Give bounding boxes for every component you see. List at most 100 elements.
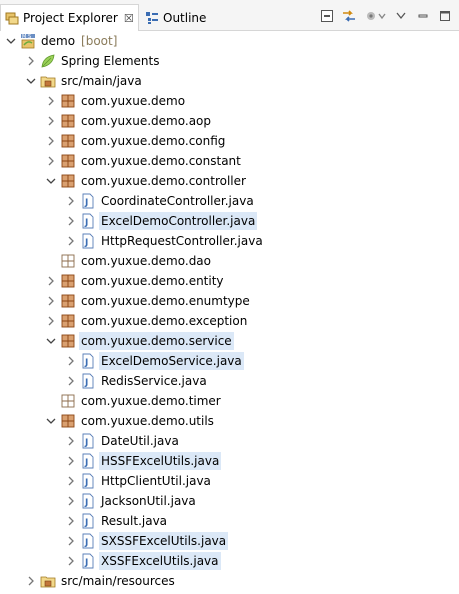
java-file-icon: J	[80, 373, 96, 389]
tree-row[interactable]: J XSSFExcelUtils.java	[0, 551, 459, 571]
tree-row[interactable]: com.yuxue.demo.config	[0, 131, 459, 151]
chevron-down-icon[interactable]	[24, 71, 38, 91]
source-folder-icon	[40, 73, 56, 89]
chevron-right-icon[interactable]	[44, 271, 58, 291]
tree-item-label: HSSFExcelUtils.java	[99, 452, 222, 470]
tree-item-label: src/main/java	[61, 74, 142, 88]
view-menu-icon[interactable]	[393, 8, 409, 24]
close-icon[interactable]: ☒	[124, 12, 134, 25]
tree-row[interactable]: J HttpClientUtil.java	[0, 471, 459, 491]
chevron-down-icon[interactable]	[4, 31, 18, 51]
tree-row[interactable]: J CoordinateController.java	[0, 191, 459, 211]
tree-item-label: CoordinateController.java	[101, 194, 254, 208]
package-icon	[60, 133, 76, 149]
tree-row[interactable]: src/main/java	[0, 71, 459, 91]
chevron-right-icon[interactable]	[64, 511, 78, 531]
collapse-all-icon[interactable]	[319, 8, 335, 24]
tree-row[interactable]: com.yuxue.demo.constant	[0, 151, 459, 171]
empty-package-icon	[60, 393, 76, 409]
java-file-icon: J	[80, 213, 96, 229]
tree-item-label: com.yuxue.demo.service	[79, 332, 234, 350]
minimize-icon[interactable]	[415, 8, 431, 24]
chevron-right-icon[interactable]	[64, 431, 78, 451]
tree-item-label: demo	[41, 34, 76, 48]
tab-project-explorer[interactable]: Project Explorer ☒	[0, 4, 139, 31]
maximize-icon[interactable]	[437, 8, 453, 24]
chevron-down-icon[interactable]	[44, 411, 58, 431]
tree-item-label: SXSSFExcelUtils.java	[99, 532, 229, 550]
empty-package-icon	[60, 253, 76, 269]
spring-project-icon: MS	[20, 33, 36, 49]
tree-item-label: com.yuxue.demo.exception	[81, 314, 248, 328]
view-toolbar	[319, 8, 453, 24]
chevron-right-icon[interactable]	[64, 471, 78, 491]
package-icon	[60, 153, 76, 169]
svg-text:J: J	[84, 438, 88, 448]
chevron-right-icon[interactable]	[44, 131, 58, 151]
tree-item-label: com.yuxue.demo.entity	[81, 274, 224, 288]
package-icon	[60, 413, 76, 429]
chevron-right-icon[interactable]	[44, 111, 58, 131]
svg-text:J: J	[84, 218, 88, 228]
tree-row[interactable]: com.yuxue.demo.entity	[0, 271, 459, 291]
tree-row[interactable]: J Result.java	[0, 511, 459, 531]
tree-row[interactable]: J RedisService.java	[0, 371, 459, 391]
tab-outline[interactable]: Outline	[141, 4, 221, 31]
svg-text:J: J	[84, 198, 88, 208]
tree-row[interactable]: J HSSFExcelUtils.java	[0, 451, 459, 471]
tree-row[interactable]: com.yuxue.demo.controller	[0, 171, 459, 191]
svg-text:J: J	[84, 538, 88, 548]
tree-row[interactable]: com.yuxue.demo.enumtype	[0, 291, 459, 311]
tree-row[interactable]: com.yuxue.demo.dao	[0, 251, 459, 271]
package-icon	[60, 113, 76, 129]
tree-row[interactable]: com.yuxue.demo.timer	[0, 391, 459, 411]
svg-text:J: J	[84, 498, 88, 508]
tree-row[interactable]: Spring Elements	[0, 51, 459, 71]
tree-row[interactable]: M Sdemo [boot]	[0, 31, 459, 51]
focus-icon[interactable]	[363, 8, 387, 24]
chevron-right-icon[interactable]	[64, 451, 78, 471]
tree-row[interactable]: com.yuxue.demo.aop	[0, 111, 459, 131]
tree-item-label: com.yuxue.demo	[81, 94, 186, 108]
tree-item-label: com.yuxue.demo.dao	[81, 254, 212, 268]
tree-row[interactable]: J JacksonUtil.java	[0, 491, 459, 511]
tree-row[interactable]: J ExcelDemoService.java	[0, 351, 459, 371]
tree-row[interactable]: J DateUtil.java	[0, 431, 459, 451]
chevron-right-icon[interactable]	[64, 551, 78, 571]
chevron-right-icon[interactable]	[44, 311, 58, 331]
chevron-right-icon[interactable]	[64, 531, 78, 551]
package-icon	[60, 293, 76, 309]
chevron-right-icon[interactable]	[24, 51, 38, 71]
tree-item-label: com.yuxue.demo.constant	[81, 154, 241, 168]
chevron-down-icon[interactable]	[44, 331, 58, 351]
svg-text:S: S	[28, 34, 31, 40]
tree-row[interactable]: J HttpRequestController.java	[0, 231, 459, 251]
chevron-right-icon[interactable]	[64, 231, 78, 251]
chevron-right-icon[interactable]	[64, 211, 78, 231]
chevron-right-icon[interactable]	[64, 491, 78, 511]
package-icon	[60, 173, 76, 189]
tree-row[interactable]: com.yuxue.demo.service	[0, 331, 459, 351]
chevron-right-icon[interactable]	[64, 351, 78, 371]
link-with-editor-icon[interactable]	[341, 8, 357, 24]
chevron-right-icon[interactable]	[44, 91, 58, 111]
svg-text:J: J	[84, 358, 88, 368]
tree-item-label: com.yuxue.demo.controller	[81, 174, 246, 188]
tree-row[interactable]: com.yuxue.demo.exception	[0, 311, 459, 331]
chevron-down-icon[interactable]	[44, 171, 58, 191]
tree-row[interactable]: com.yuxue.demo.utils	[0, 411, 459, 431]
source-folder-icon	[40, 573, 56, 589]
java-file-icon: J	[80, 433, 96, 449]
chevron-right-icon[interactable]	[44, 151, 58, 171]
tree-row[interactable]: J SXSSFExcelUtils.java	[0, 531, 459, 551]
chevron-right-icon[interactable]	[44, 291, 58, 311]
tree-row[interactable]: com.yuxue.demo	[0, 91, 459, 111]
tree-row[interactable]: J ExcelDemoController.java	[0, 211, 459, 231]
svg-text:J: J	[84, 558, 88, 568]
chevron-right-icon[interactable]	[24, 571, 38, 591]
chevron-right-icon[interactable]	[64, 191, 78, 211]
tree-row[interactable]: src/main/resources	[0, 571, 459, 591]
svg-text:J: J	[84, 378, 88, 388]
chevron-right-icon[interactable]	[64, 371, 78, 391]
